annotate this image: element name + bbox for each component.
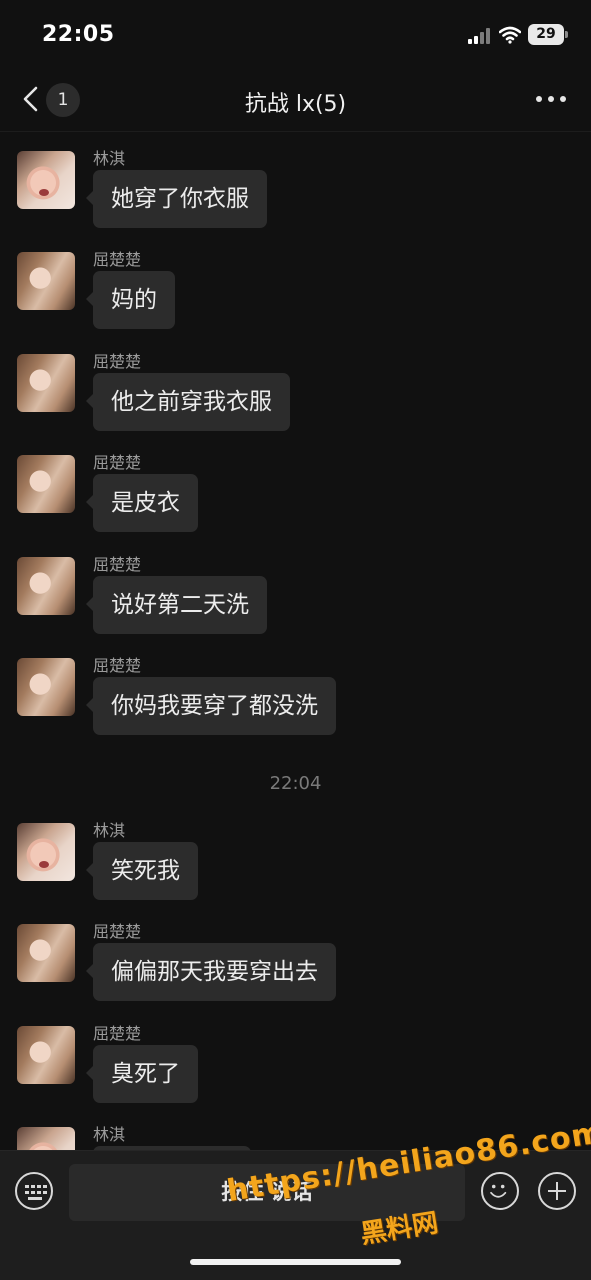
battery-icon: 29 xyxy=(528,24,564,45)
sender-name: 屈楚楚 xyxy=(93,1024,142,1043)
sender-name: 屈楚楚 xyxy=(93,453,142,472)
message-bubble[interactable]: 臭死了 xyxy=(86,1045,198,1103)
wifi-icon xyxy=(499,26,521,44)
avatar[interactable] xyxy=(17,354,75,412)
chat-title: 抗战 lx(5) xyxy=(244,92,347,117)
avatar[interactable] xyxy=(17,658,75,716)
sender-name: 屈楚楚 xyxy=(93,922,142,941)
home-indicator[interactable] xyxy=(190,1259,401,1265)
sender-name: 屈楚楚 xyxy=(93,555,142,574)
avatar[interactable] xyxy=(17,557,75,615)
message-bubble[interactable]: 她穿了你衣服 xyxy=(86,170,267,228)
message-bubble[interactable]: 说好第二天洗 xyxy=(86,576,267,634)
message-bubble[interactable]: 笑死我 xyxy=(86,842,198,900)
status-bar: 22:05 29 xyxy=(0,0,591,70)
cellular-signal-icon xyxy=(468,28,490,44)
avatar[interactable] xyxy=(17,1127,75,1150)
sender-name: 屈楚楚 xyxy=(93,250,142,269)
battery-level: 29 xyxy=(536,26,556,42)
battery-cap xyxy=(565,31,568,38)
message-bubble[interactable]: 是皮衣 xyxy=(86,474,198,532)
sender-name: 屈楚楚 xyxy=(93,656,142,675)
message-bubble[interactable]: 妈的 xyxy=(86,271,175,329)
avatar[interactable] xyxy=(17,455,75,513)
hold-to-talk-button[interactable]: 按住 说话 xyxy=(69,1164,465,1221)
message-bubble[interactable]: 他之前穿我衣服 xyxy=(86,373,290,431)
sender-name: 林淇 xyxy=(93,149,126,168)
sender-name: 屈楚楚 xyxy=(93,352,142,371)
avatar[interactable] xyxy=(17,151,75,209)
sender-name: 林淇 xyxy=(93,821,126,840)
nav-bar: 1 抗战 lx(5) xyxy=(0,70,591,132)
chat-screen: 22:05 29 1 抗战 lx(5) 林淇 她穿了你衣服 屈楚楚 妈的 屈楚楚… xyxy=(0,0,591,1280)
more-options-icon[interactable] xyxy=(536,96,566,104)
message-bubble[interactable]: 你妈我要穿了都没洗 xyxy=(86,677,336,735)
plus-icon[interactable] xyxy=(538,1172,576,1210)
avatar[interactable] xyxy=(17,252,75,310)
keyboard-toggle-icon[interactable] xyxy=(15,1172,53,1210)
message-bubble[interactable]: 偏偏那天我要穿出去 xyxy=(86,943,336,1001)
avatar[interactable] xyxy=(17,924,75,982)
emoji-icon[interactable] xyxy=(481,1172,519,1210)
status-time: 22:05 xyxy=(42,22,115,47)
avatar[interactable] xyxy=(17,1026,75,1084)
time-divider: 22:04 xyxy=(269,773,322,794)
avatar[interactable] xyxy=(17,823,75,881)
sender-name: 林淇 xyxy=(93,1125,126,1144)
message-list: 林淇 她穿了你衣服 屈楚楚 妈的 屈楚楚 他之前穿我衣服 屈楚楚 是皮衣 屈楚楚… xyxy=(0,133,591,1150)
